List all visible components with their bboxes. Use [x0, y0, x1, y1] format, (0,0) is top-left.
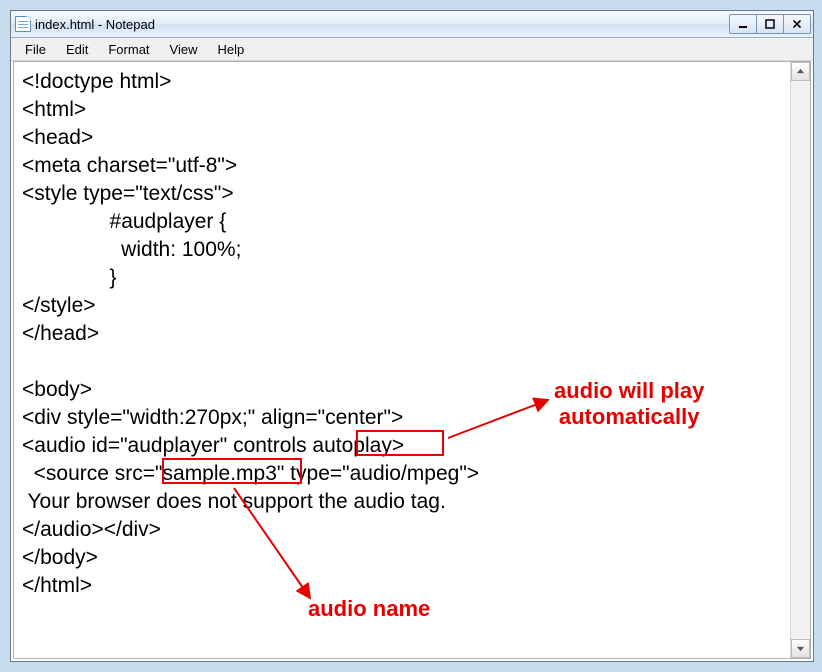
- close-button[interactable]: [783, 14, 811, 34]
- scroll-up-button[interactable]: [791, 62, 810, 81]
- titlebar[interactable]: index.html - Notepad: [11, 11, 813, 38]
- minimize-button[interactable]: [729, 14, 757, 34]
- menu-format[interactable]: Format: [98, 40, 159, 59]
- vertical-scrollbar[interactable]: [790, 62, 810, 658]
- chevron-down-icon: [796, 644, 805, 653]
- text-editor[interactable]: <!doctype html> <html> <head> <meta char…: [14, 62, 790, 658]
- menu-help-label: Help: [217, 42, 244, 57]
- menu-file-label: File: [25, 42, 46, 57]
- menu-view-label: View: [170, 42, 198, 57]
- scroll-down-button[interactable]: [791, 639, 810, 658]
- minimize-icon: [738, 19, 748, 29]
- window-controls: [730, 14, 811, 34]
- maximize-button[interactable]: [756, 14, 784, 34]
- menu-help[interactable]: Help: [207, 40, 254, 59]
- notepad-window: index.html - Notepad File Edit Format Vi…: [10, 10, 814, 662]
- menu-format-label: Format: [108, 42, 149, 57]
- menu-edit-label: Edit: [66, 42, 88, 57]
- menu-view[interactable]: View: [160, 40, 208, 59]
- window-title: index.html - Notepad: [35, 16, 730, 32]
- menu-file[interactable]: File: [15, 40, 56, 59]
- chevron-up-icon: [796, 67, 805, 76]
- client-area: <!doctype html> <html> <head> <meta char…: [13, 61, 811, 659]
- maximize-icon: [765, 19, 775, 29]
- menubar: File Edit Format View Help: [11, 38, 813, 61]
- notepad-app-icon: [15, 16, 31, 32]
- menu-edit[interactable]: Edit: [56, 40, 98, 59]
- close-icon: [792, 19, 802, 29]
